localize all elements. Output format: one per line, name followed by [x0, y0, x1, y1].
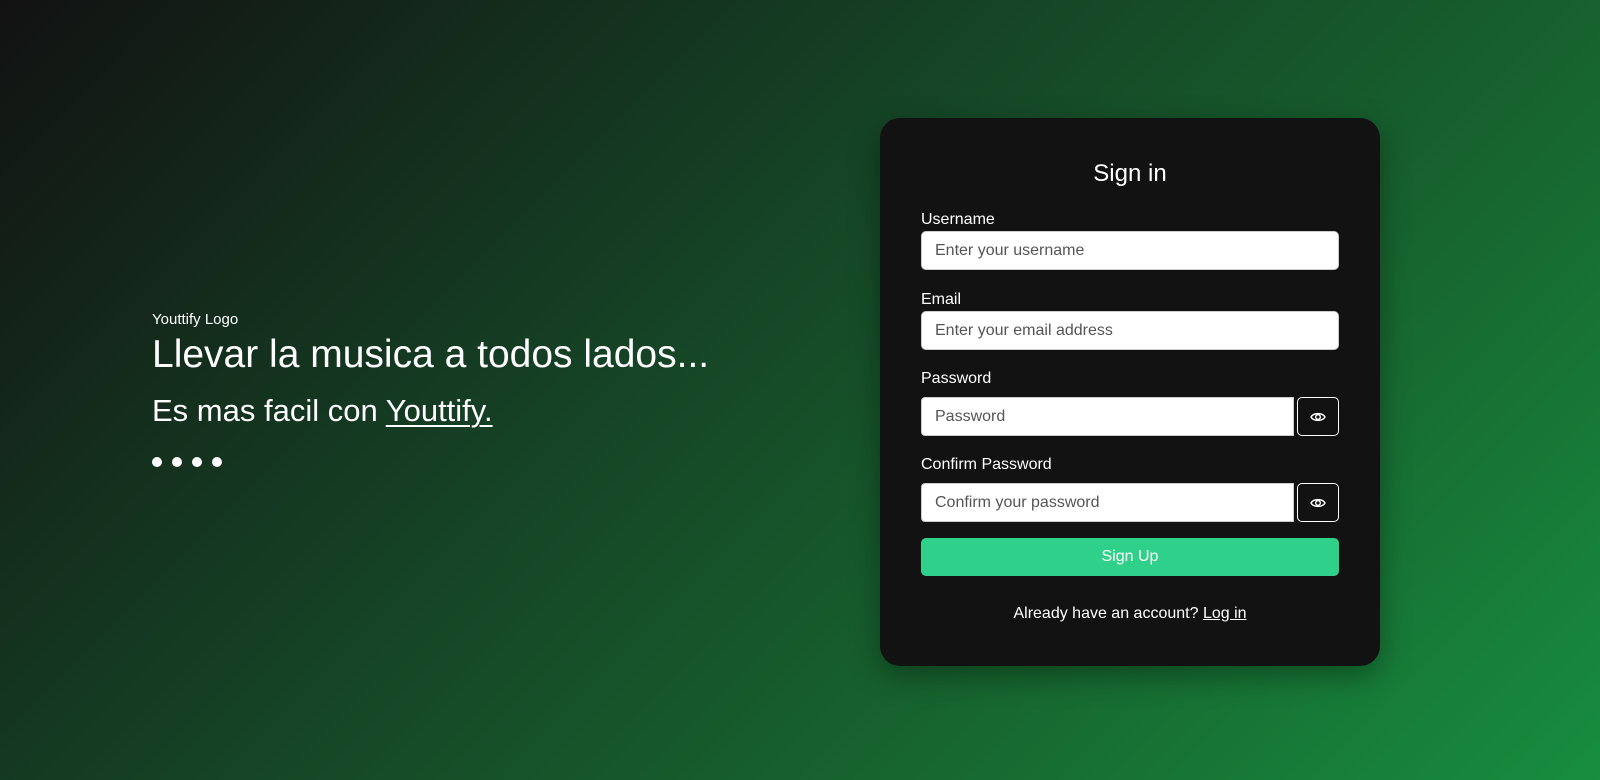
email-input[interactable]: [921, 311, 1339, 350]
login-prompt-text: Already have an account?: [1013, 605, 1203, 622]
eye-icon: [1310, 498, 1326, 507]
carousel-dots: [152, 457, 792, 467]
username-label: Username: [921, 211, 995, 228]
hero-section: Youttify Logo Llevar la musica a todos l…: [152, 311, 792, 467]
login-link[interactable]: Log in: [1203, 605, 1247, 622]
carousel-dot[interactable]: [172, 457, 182, 467]
toggle-password-visibility-button[interactable]: [1297, 397, 1339, 436]
carousel-dot[interactable]: [192, 457, 202, 467]
carousel-dot[interactable]: [152, 457, 162, 467]
confirm-password-input[interactable]: [921, 483, 1294, 522]
password-row: [921, 397, 1339, 436]
password-label: Password: [921, 370, 992, 387]
eye-icon: [1310, 412, 1326, 421]
hero-subline-text: Es mas facil con: [152, 393, 386, 428]
password-input[interactable]: [921, 397, 1294, 436]
signin-title: Sign in: [1093, 160, 1167, 187]
username-input[interactable]: [921, 231, 1339, 270]
hero-subline: Es mas facil con Youttify.: [152, 392, 792, 430]
carousel-dot[interactable]: [212, 457, 222, 467]
signin-card: Sign in Username Email Password Confirm …: [880, 118, 1380, 666]
sign-up-button[interactable]: Sign Up: [921, 538, 1339, 576]
login-prompt: Already have an account? Log in: [921, 604, 1339, 623]
brand-logo: Youttify Logo: [152, 311, 239, 328]
confirm-password-label: Confirm Password: [921, 456, 1052, 473]
hero-headline: Llevar la musica a todos lados...: [152, 333, 710, 376]
confirm-password-row: [921, 483, 1339, 522]
toggle-confirm-password-visibility-button[interactable]: [1297, 483, 1339, 522]
email-label: Email: [921, 291, 962, 308]
brand-link[interactable]: Youttify.: [386, 393, 493, 428]
